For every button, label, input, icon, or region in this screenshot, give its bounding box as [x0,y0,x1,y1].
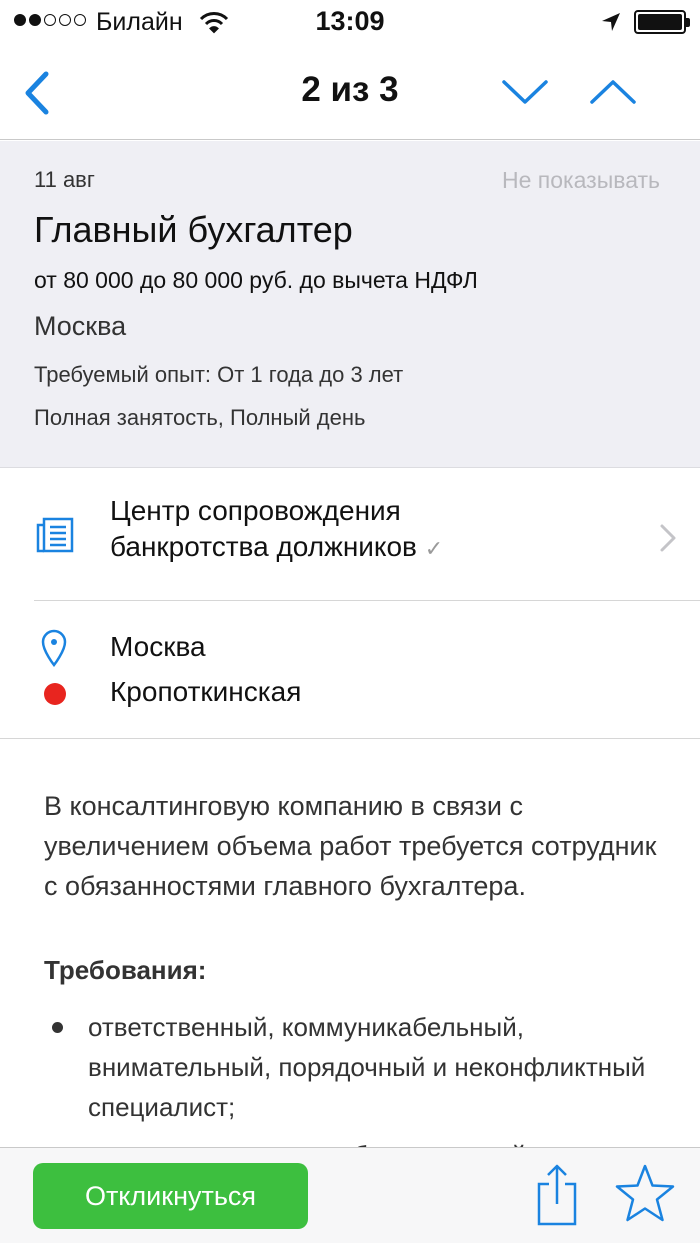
vacancy-title: Главный бухгалтер [34,209,353,250]
chevron-right-icon [658,523,678,558]
previous-vacancy-button[interactable] [588,72,638,117]
chevron-up-icon [590,80,636,104]
vacancy-description: В консалтинговую компанию в связи с увел… [44,791,657,901]
company-name: Центр сопровождения банкротства должнико… [110,493,630,567]
apply-button[interactable]: Откликнуться [33,1163,308,1229]
share-button[interactable] [534,1162,580,1233]
company-row[interactable]: Центр сопровождения банкротства должнико… [0,469,700,601]
metro-line-icon [44,683,66,705]
status-time: 13:09 [315,6,385,36]
vacancy-city: Москва [34,311,127,341]
metro-station: Кропоткинская [110,676,302,707]
bullet-icon [52,1022,63,1033]
vacancy-summary: 11 авг Не показывать Главный бухгалтер о… [0,141,700,468]
chevron-down-icon [502,80,548,104]
location-section: Москва Кропоткинская [0,601,700,739]
vacancy-date: 11 авг [34,167,95,192]
company-building-icon [36,517,74,558]
star-icon [615,1164,675,1222]
status-bar: Билайн 13:09 [0,0,700,46]
vacancy-experience: Требуемый опыт: От 1 года до 3 лет [34,362,404,387]
company-name-line2: банкротства должников [110,531,417,562]
requirement-text: ответственный, коммуникабельный, внимате… [88,1012,646,1122]
battery-icon [634,10,690,34]
vacancy-salary: от 80 000 до 80 000 руб. до вычета НДФЛ [34,267,478,293]
verified-check-icon: ✓ [424,536,444,561]
company-name-line1: Центр сопровождения [110,495,401,526]
location-services-icon [600,11,622,38]
share-icon [537,1164,577,1226]
vacancy-employment: Полная занятость, Полный день [34,405,366,430]
location-city: Москва [110,631,206,662]
next-vacancy-button[interactable] [500,72,550,117]
nav-bar: 2 из 3 [0,46,700,140]
favorite-button[interactable] [614,1162,676,1229]
map-pin-icon [40,629,68,672]
list-item: ответственный, коммуникабельный, внимате… [44,1007,664,1127]
hide-vacancy-button[interactable]: Не показывать [502,167,660,194]
company-name-line2-wrap: банкротства должников ✓ [110,529,630,567]
bottom-toolbar: Откликнуться [0,1147,700,1243]
requirements-heading: Требования: [44,955,207,985]
